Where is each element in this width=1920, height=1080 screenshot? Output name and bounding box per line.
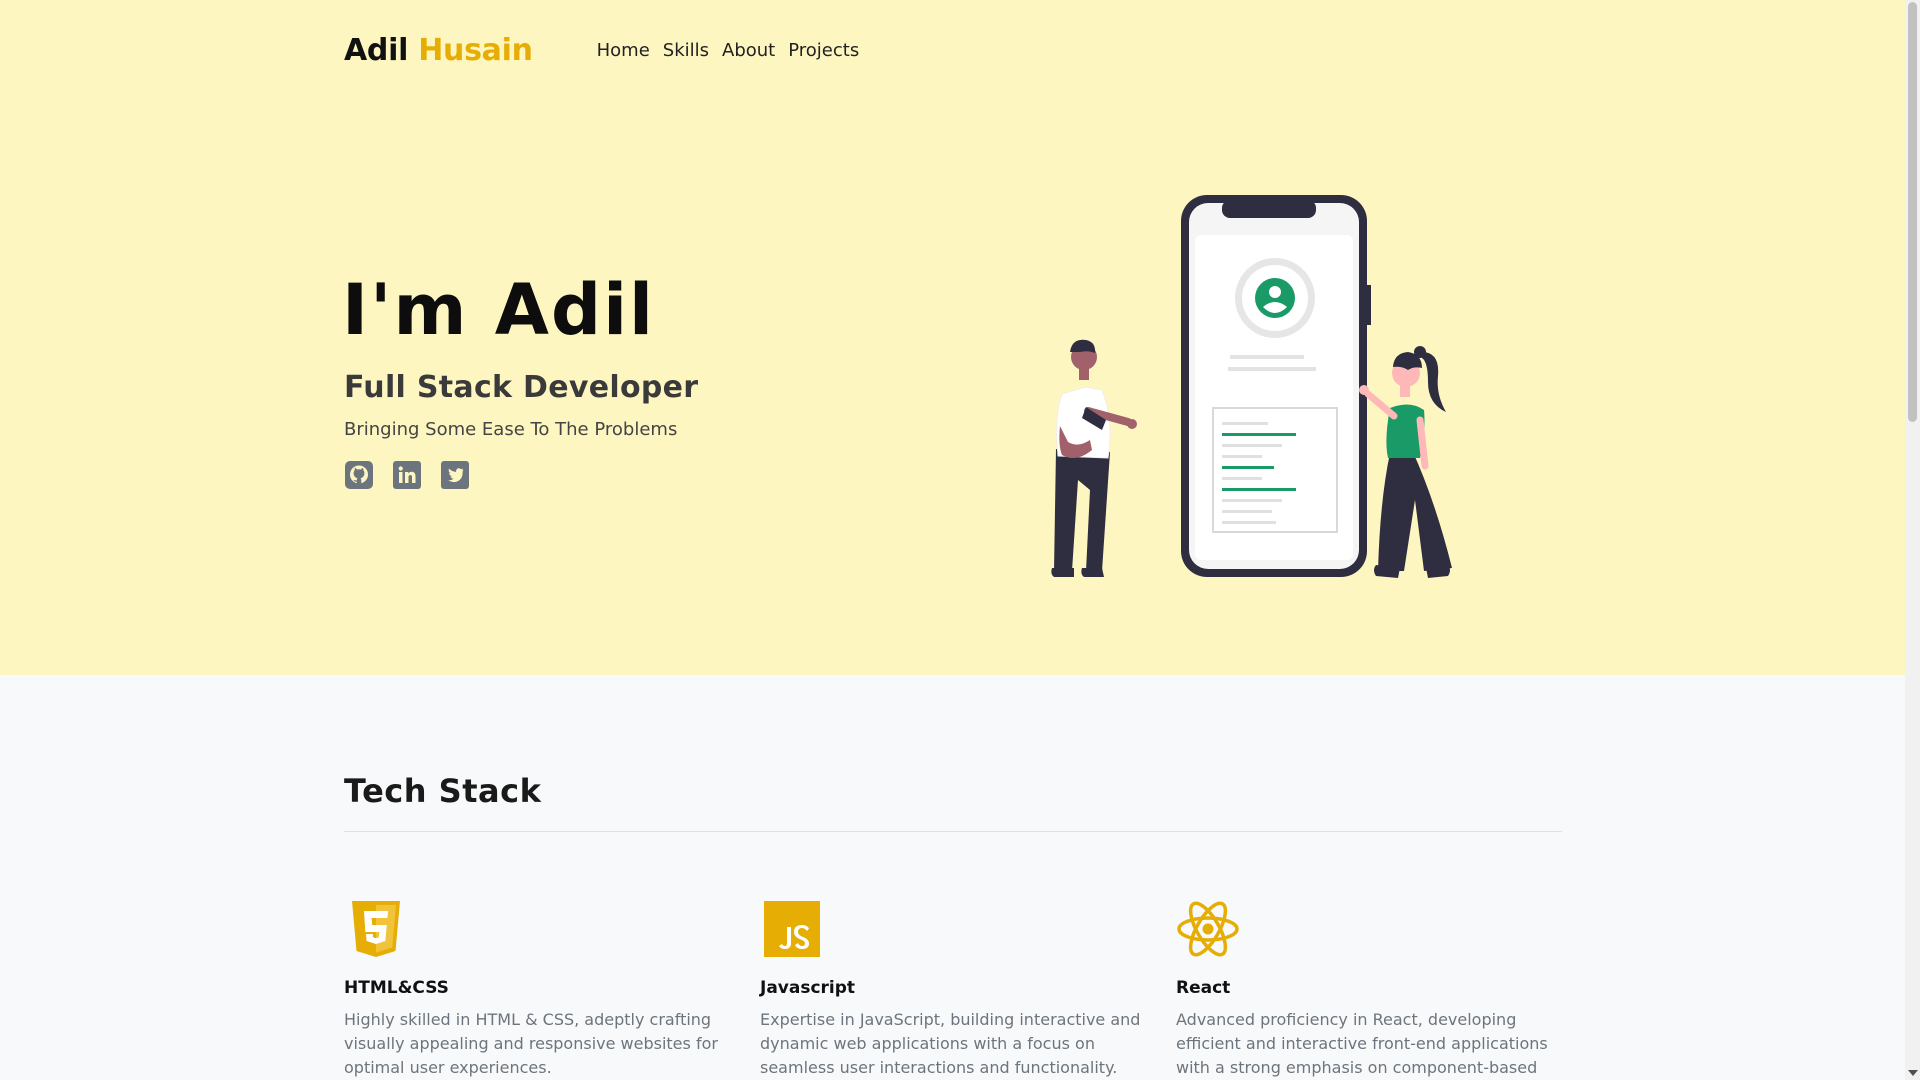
javascript-icon [764, 901, 820, 957]
brand-logo[interactable]: Adil Husain [344, 33, 533, 68]
github-link[interactable] [344, 460, 374, 490]
hero-title: I'm Adil [342, 269, 656, 351]
hero-tagline: Bringing Some Ease To The Problems [344, 419, 678, 440]
tech-stack-title: Tech Stack [344, 772, 542, 810]
navbar: Adil Husain Home Skills About Projects [344, 30, 872, 70]
github-icon [345, 461, 373, 489]
linkedin-link[interactable] [392, 460, 422, 490]
nav-link-about[interactable]: About [722, 40, 775, 61]
nav-link-home[interactable]: Home [597, 40, 650, 61]
page: Adil Husain Home Skills About Projects I… [0, 0, 1920, 1080]
brand-last-name: Husain [418, 32, 533, 68]
tech-card-title: Javascript [760, 978, 856, 998]
scrollbar[interactable] [1905, 0, 1920, 1080]
html5-icon [352, 901, 400, 957]
linkedin-icon [393, 461, 421, 489]
nav-link-skills[interactable]: Skills [663, 40, 709, 61]
section-divider [344, 831, 1562, 832]
nav-link-projects[interactable]: Projects [788, 40, 859, 61]
tech-card-description: Highly skilled in HTML & CSS, adeptly cr… [344, 1010, 718, 1077]
hero-subtitle: Full Stack Developer [344, 370, 699, 405]
react-icon [1177, 901, 1239, 957]
tech-card-description: Expertise in JavaScript, building intera… [760, 1010, 1141, 1077]
phone-profile-illustration [1051, 195, 1452, 578]
tech-card-title: React [1176, 978, 1231, 998]
tech-card-description: Advanced proficiency in React, developin… [1176, 1010, 1548, 1077]
hero-section: Adil Husain Home Skills About Projects I… [0, 0, 1905, 675]
tech-card-html-css: HTML&CSS Highly skilled in HTML & CSS, a… [344, 897, 734, 1080]
twitter-icon [441, 461, 469, 489]
brand-first-name: Adil [344, 32, 409, 68]
tech-card-title: HTML&CSS [344, 978, 449, 998]
social-links [344, 460, 470, 490]
scrollbar-thumb[interactable] [1908, 2, 1917, 422]
twitter-link[interactable] [440, 460, 470, 490]
tech-card-react: React Advanced proficiency in React, dev… [1176, 897, 1566, 1080]
scroll-down-arrow-icon[interactable] [1908, 1070, 1918, 1076]
tech-card-javascript: Javascript Expertise in JavaScript, buil… [760, 897, 1150, 1080]
